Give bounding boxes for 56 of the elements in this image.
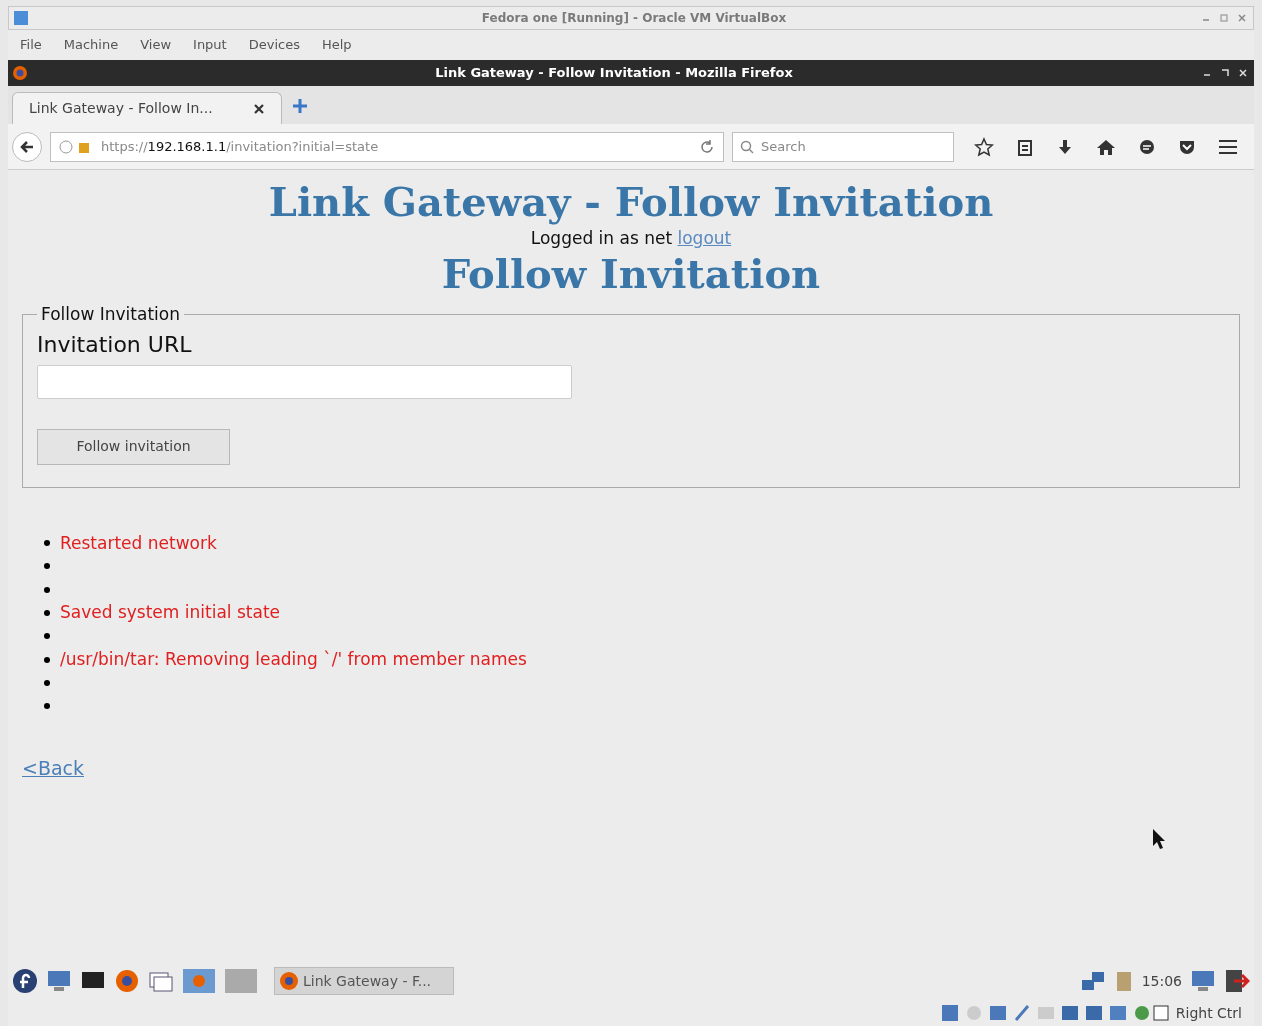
download-icon[interactable] (1056, 137, 1074, 156)
login-status: Logged in as net logout (529, 227, 733, 250)
workspace-icon[interactable] (182, 968, 216, 994)
logout-icon[interactable] (1224, 968, 1250, 994)
status-message: /usr/bin/tar: Removing leading `/' from member names (60, 648, 527, 671)
new-tab-icon[interactable] (290, 96, 310, 116)
firefox-icon (279, 971, 299, 991)
fedora-icon[interactable] (12, 968, 38, 994)
bullet-icon (44, 656, 50, 663)
status-message: Saved system initial state (60, 601, 280, 625)
menu-item[interactable]: File (20, 35, 42, 55)
menu-item[interactable]: Help (321, 35, 352, 55)
search-field[interactable]: Search (732, 131, 954, 162)
window-title: Fedora one [Running] - Oracle VM VirtualBox (480, 10, 788, 27)
page-title: Link Gateway - Follow Invitation (267, 178, 995, 226)
invitation-url-field[interactable] (37, 364, 572, 399)
chat-icon[interactable] (1138, 137, 1156, 156)
browser-tab[interactable]: Link Gateway - Follow In... (12, 92, 282, 124)
mouse-pointer-icon (1152, 828, 1166, 851)
bullet-icon (44, 610, 50, 617)
bullet-icon (44, 633, 50, 640)
menu-icon[interactable] (1218, 137, 1238, 156)
close-icon[interactable] (253, 102, 265, 115)
bullet-icon (44, 703, 50, 710)
form-legend: Follow Invitation (37, 302, 184, 328)
bullet-icon (44, 586, 50, 593)
window-title: Link Gateway - Follow Invitation - Mozilla Firefox (434, 64, 794, 83)
url-field[interactable]: https://192.168.1.1/invitation?initial=state (50, 131, 724, 162)
computer-icon (1190, 969, 1216, 993)
clock: 15:06 (1141, 971, 1182, 991)
firefox-icon (12, 65, 28, 81)
bullet-icon (44, 540, 50, 547)
search-icon (740, 139, 754, 154)
back-link[interactable]: <Back (22, 753, 85, 783)
back-arrow-icon (19, 138, 35, 155)
taskbar-button[interactable]: Link Gateway - F... (274, 967, 454, 995)
windows-icon[interactable] (148, 969, 174, 993)
page-heading: Follow Invitation (440, 250, 822, 298)
menu-item[interactable]: View (140, 35, 172, 55)
host-key-label: Right Ctrl (1175, 1003, 1242, 1023)
firefox-icon[interactable] (114, 968, 140, 994)
menu-item[interactable]: Machine (63, 35, 119, 55)
url-text: https://192.168.1.1/invitation?initial=state (101, 137, 379, 156)
field-label: Invitation URL (37, 330, 193, 359)
menu-item[interactable]: Input (193, 35, 227, 55)
computer-icon[interactable] (46, 969, 72, 993)
status-message: Restarted network (60, 531, 217, 555)
star-icon[interactable] (974, 136, 994, 157)
home-icon[interactable] (1096, 137, 1116, 156)
menu-item[interactable]: Devices (248, 35, 300, 55)
reload-icon[interactable] (699, 138, 715, 155)
bullet-icon (44, 563, 50, 570)
bullet-icon (44, 679, 50, 686)
back-button[interactable] (12, 131, 42, 162)
app-icon (13, 10, 29, 26)
follow-invitation-button[interactable]: Follow invitation (37, 428, 230, 465)
